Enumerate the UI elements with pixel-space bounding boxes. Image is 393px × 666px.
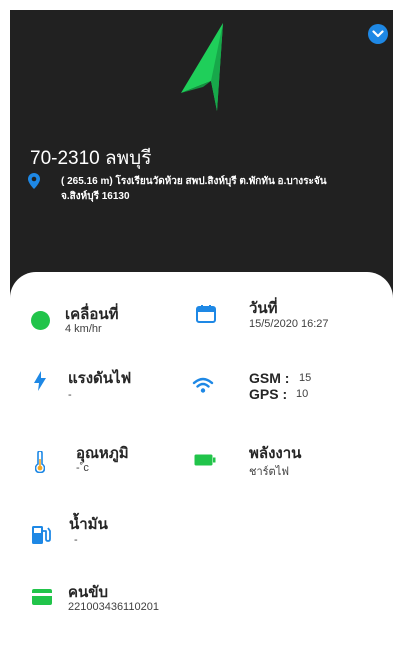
- address-line-2: จ.สิงห์บุรี 16130: [61, 191, 130, 202]
- fuel-value: -: [74, 534, 78, 546]
- lightning-icon: [34, 371, 46, 391]
- voltage-label: แรงดันไฟ: [68, 370, 132, 387]
- card-icon: [32, 589, 52, 605]
- date-label: วันที่: [249, 300, 278, 317]
- wifi-icon: [192, 377, 214, 393]
- gsm-label: GSM :: [249, 370, 290, 386]
- fuel-pump-icon: [32, 526, 51, 544]
- datetime-value: 15/5/2020 16:27: [249, 318, 329, 330]
- gps-label: GPS :: [249, 386, 288, 402]
- status-card: เคลื่อนที่ 4 km/hr วันที่ 15/5/2020 16:2…: [10, 272, 393, 666]
- voltage-value: -: [68, 389, 72, 401]
- vehicle-address: ( 265.16 m) โรงเรียนวัดห้วย สพป.สิงห์บุร…: [61, 174, 361, 204]
- fuel-label: น้ำมัน: [69, 516, 108, 533]
- gsm-value: 15: [299, 372, 312, 384]
- speed-value: 4 km/hr: [65, 323, 102, 335]
- status-dot-icon: [31, 311, 50, 330]
- navigation-arrow-icon: [181, 23, 223, 111]
- map-pin-icon: [28, 173, 40, 189]
- thermometer-icon: [35, 451, 45, 473]
- temperature-value: -˚c: [76, 462, 89, 474]
- expand-button[interactable]: [368, 24, 388, 44]
- chevron-down-icon: [372, 30, 384, 38]
- address-line-1: ( 265.16 m) โรงเรียนวัดห้วย สพป.สิงห์บุร…: [61, 176, 327, 187]
- vehicle-plate: 70-2310 ลพบุรี: [30, 148, 152, 169]
- vehicle-header: 70-2310 ลพบุรี ( 265.16 m) โรงเรียนวัดห้…: [10, 10, 393, 310]
- power-value: ชาร์ตไฟ: [249, 466, 290, 478]
- gps-value: 10: [296, 388, 309, 400]
- driver-value: 221003436110201: [68, 601, 159, 613]
- battery-icon: [194, 454, 216, 466]
- calendar-icon: [196, 305, 216, 323]
